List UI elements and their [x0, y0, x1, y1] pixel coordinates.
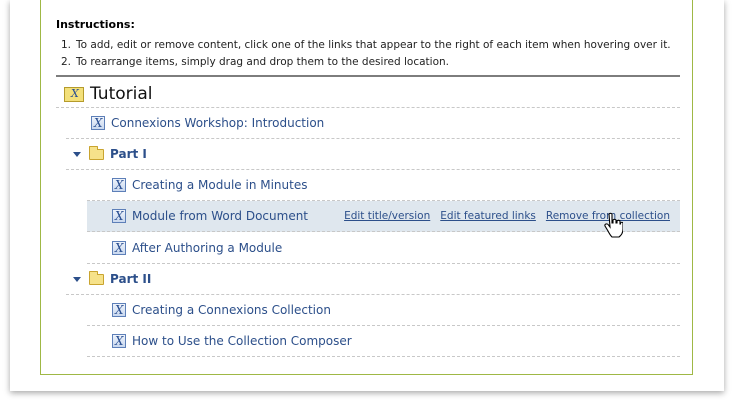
tree-item-module[interactable]: Connexions Workshop: Introduction [66, 108, 680, 139]
collapse-arrow-icon[interactable] [73, 276, 81, 282]
instruction-item: 2. To rearrange items, simply drag and dr… [61, 56, 449, 68]
edit-featured-links-link[interactable]: Edit featured links [440, 210, 536, 222]
module-icon [112, 241, 126, 255]
module-icon [112, 334, 126, 348]
tree-item-module[interactable]: How to Use the Collection Composer [87, 326, 680, 357]
tree-item-module[interactable]: Creating a Module in Minutes [87, 170, 680, 201]
tree-item-subcollection[interactable]: Part II [66, 264, 680, 295]
tree-item-module[interactable]: Creating a Connexions Collection [87, 295, 680, 326]
module-icon [112, 209, 126, 223]
module-icon [91, 116, 105, 130]
divider [56, 75, 680, 77]
edit-title-link[interactable]: Edit title/version [344, 210, 430, 222]
instructions-list: 1. To add, edit or remove content, click … [56, 37, 671, 71]
tree-item-subcollection[interactable]: Part I [66, 139, 680, 170]
collapse-arrow-icon[interactable] [73, 151, 81, 157]
module-icon [112, 303, 126, 317]
collection-composer-panel: Instructions: 1. To add, edit or remove c… [40, 0, 693, 375]
module-icon [112, 178, 126, 192]
hand-cursor-icon [604, 212, 623, 238]
instructions-title: Instructions: [56, 18, 135, 31]
tree-item-module-hovered[interactable]: Module from Word Document Edit title/ver… [87, 201, 680, 232]
folder-icon [89, 270, 104, 285]
folder-icon [89, 145, 104, 160]
collection-icon [64, 86, 84, 102]
tree-item-module[interactable]: After Authoring a Module [87, 233, 680, 264]
instruction-item: 1. To add, edit or remove content, click … [61, 39, 671, 51]
collection-title: Tutorial [64, 82, 153, 106]
